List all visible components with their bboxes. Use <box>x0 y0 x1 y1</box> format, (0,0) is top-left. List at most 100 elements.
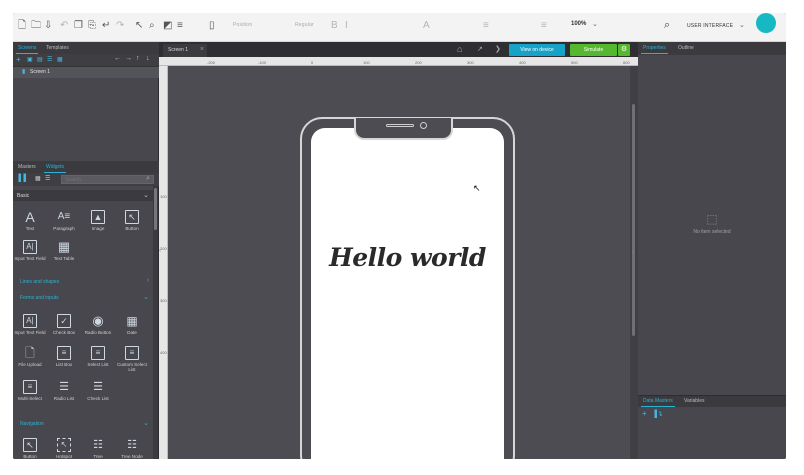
close-icon[interactable]: × <box>200 46 204 53</box>
section-basic[interactable]: Basic ⌄ <box>13 190 153 201</box>
device-icon[interactable]: ▯ <box>209 20 215 32</box>
widget-hotspot[interactable]: ↖ Hotspot <box>47 438 81 459</box>
add-icon[interactable]: + <box>16 55 21 64</box>
widget-text[interactable]: A Text <box>13 210 47 242</box>
canvas-scrollbar[interactable] <box>630 66 638 459</box>
arrow-down-icon[interactable]: ↓ <box>146 55 150 62</box>
data-masters-tab-bar: Data Masters Variables <box>638 395 786 407</box>
align-icon[interactable]: ≡ <box>483 20 489 32</box>
scrollbar-thumb[interactable] <box>154 188 157 230</box>
widget-paragraph[interactable]: A≡ Paragraph <box>47 210 81 242</box>
list-icon[interactable]: ☰ <box>47 56 52 63</box>
open-folder-icon[interactable]: 🗀 <box>31 20 41 32</box>
stack-icon[interactable]: ≡ <box>177 20 183 32</box>
widget-check-list[interactable]: ☰ Check List <box>81 380 115 412</box>
code-icon[interactable]: ❯ <box>495 45 501 53</box>
arrow-right-icon[interactable]: → <box>125 55 132 62</box>
align-right-icon[interactable]: ≡ <box>541 20 547 32</box>
grid-icon[interactable]: ▦ <box>57 56 63 63</box>
pointer-icon[interactable]: ↖ <box>135 20 143 32</box>
tab-outline[interactable]: Outline <box>676 43 696 53</box>
widget-button[interactable]: ↖ Button <box>115 210 149 242</box>
eraser-icon[interactable]: ◩ <box>163 20 172 32</box>
simulate-button[interactable]: Simulate <box>570 44 617 56</box>
add-screen-icon[interactable]: ▣ <box>27 56 33 63</box>
multi-select-icon: ≡ <box>23 380 37 394</box>
arrow-left-icon[interactable]: ← <box>114 55 121 62</box>
cut-icon[interactable]: ↵ <box>102 20 110 32</box>
tab-screens[interactable]: Screens <box>16 43 39 54</box>
widget-label: Radio Button <box>84 330 112 335</box>
bold-icon[interactable]: B <box>331 20 338 32</box>
widget-tree-node[interactable]: ☷ Tree Node <box>115 438 149 459</box>
widget-file-upload[interactable]: 🗋 File Upload <box>13 346 47 378</box>
avatar[interactable] <box>756 13 776 33</box>
list-view-icon[interactable]: ☰ <box>45 175 50 182</box>
gear-icon[interactable]: ⚙ <box>618 44 630 56</box>
widget-custom-select-list[interactable]: ≡ Custom Select List <box>115 346 149 378</box>
widget-label: Button <box>23 454 37 459</box>
collapse-right-icon[interactable]: › <box>632 250 634 256</box>
view-on-device-button[interactable]: View on device <box>509 44 565 56</box>
add-folder-icon[interactable]: ▤ <box>37 56 43 63</box>
tab-widgets[interactable]: Widgets <box>44 162 67 173</box>
italic-icon[interactable]: I <box>345 20 348 32</box>
scrollbar-thumb[interactable] <box>632 104 635 336</box>
widget-multi-select[interactable]: ≡ Multi-Select <box>13 380 47 412</box>
tab-label: Screen 1 <box>168 47 189 53</box>
new-file-icon[interactable]: 🗋 <box>18 20 26 32</box>
data-masters-toolbar: + ▐↴ <box>638 407 786 420</box>
section-forms-and-inputs[interactable]: Forms and inputs ⌄ <box>13 292 153 303</box>
home-icon[interactable]: ⌂ <box>457 44 462 54</box>
chevron-down-icon[interactable]: ⌄ <box>739 21 745 29</box>
library-icon[interactable]: ▐▐ <box>16 175 26 182</box>
share-icon[interactable]: ↗ <box>477 45 483 53</box>
widget-text-table[interactable]: ▦ Text Table <box>47 240 81 272</box>
copy-icon[interactable]: ❐ <box>74 20 83 32</box>
font-weight-select[interactable]: Regular <box>295 22 314 28</box>
tab-data-masters[interactable]: Data Masters <box>641 396 675 407</box>
widget-radio-list[interactable]: ☰ Radio List <box>47 380 81 412</box>
hotspot-icon: ↖ <box>57 438 71 452</box>
phone-screen[interactable]: Hello world <box>311 128 504 459</box>
tab-properties[interactable]: Properties <box>641 43 668 54</box>
widget-input-text-field[interactable]: A| Input Text Field <box>13 240 47 272</box>
undo-icon[interactable]: ↶ <box>60 20 68 32</box>
section-lines-and-shapes[interactable]: Lines and shapes › <box>13 276 153 287</box>
widget-date[interactable]: ▦ Date <box>115 314 149 346</box>
widget-input-text-field-form[interactable]: A| Input Text Field <box>13 314 47 346</box>
widget-image[interactable]: ▲ Image <box>81 210 115 242</box>
add-icon[interactable]: + <box>642 409 647 418</box>
widget-check-box[interactable]: ✓ Check Box <box>47 314 81 346</box>
save-icon[interactable]: ⇩ <box>44 20 52 32</box>
widget-radio-button[interactable]: ◉ Radio Button <box>81 314 115 346</box>
tab-screen-1[interactable]: Screen 1 × <box>163 44 207 57</box>
screen-list-item[interactable]: ▮ Screen 1 <box>13 67 159 78</box>
text-color-icon[interactable]: A <box>423 20 430 32</box>
widget-search-input[interactable] <box>61 175 154 184</box>
collapse-left-icon[interactable]: ‹ <box>159 248 161 254</box>
user-interface-menu[interactable]: USER INTERFACE <box>687 23 733 29</box>
hello-world-text[interactable]: Hello world <box>311 243 504 272</box>
tab-templates[interactable]: Templates <box>44 43 71 53</box>
widget-tree[interactable]: ☷ Tree <box>81 438 115 459</box>
add-data-master-icon[interactable]: ▐↴ <box>652 410 663 418</box>
section-navigation[interactable]: Navigation ⌄ <box>13 418 153 429</box>
tab-variables[interactable]: Variables <box>682 396 706 406</box>
radio-list-icon: ☰ <box>59 381 69 393</box>
search-icon[interactable]: ⌕ <box>664 19 670 32</box>
zoom-level[interactable]: 100% <box>571 21 586 27</box>
position-field[interactable]: Position <box>233 22 252 28</box>
paste-icon[interactable]: ⎘ <box>88 20 96 32</box>
widget-nav-button[interactable]: ↖ Button <box>13 438 47 459</box>
tab-masters[interactable]: Masters <box>16 162 38 172</box>
chevron-down-icon[interactable]: ⌄ <box>592 20 598 28</box>
widgets-scrollbar[interactable] <box>153 186 158 459</box>
redo-icon[interactable]: ↷ <box>116 20 124 32</box>
widget-list-box[interactable]: ≡ List Box <box>47 346 81 378</box>
grid-view-icon[interactable]: ▦ <box>35 175 41 182</box>
arrow-up-icon[interactable]: ↑ <box>136 55 140 62</box>
zoom-tool-icon[interactable]: ⌕ <box>149 20 155 32</box>
widget-select-list[interactable]: ≡ Select List <box>81 346 115 378</box>
search-icon[interactable]: ⌕ <box>146 175 150 183</box>
